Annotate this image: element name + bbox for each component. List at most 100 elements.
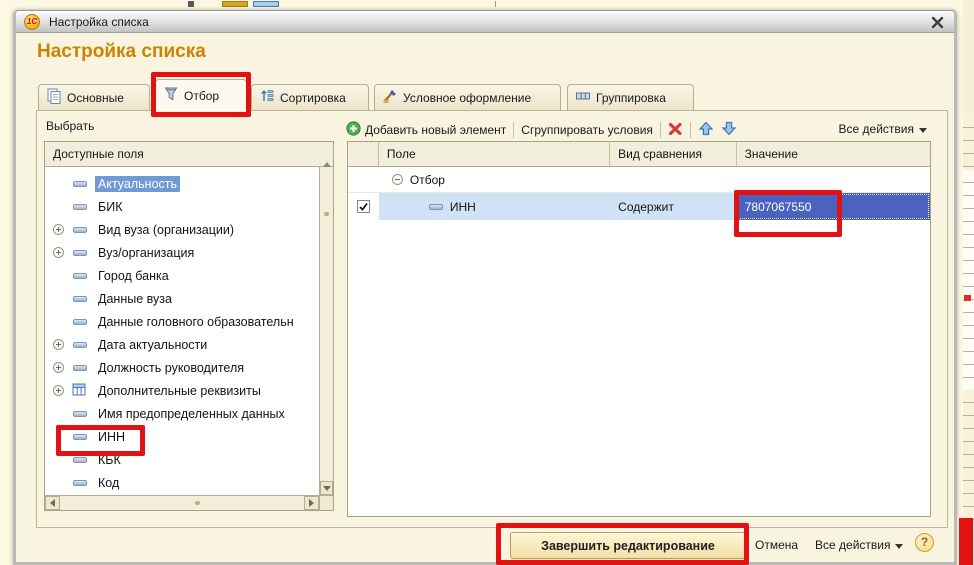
tree-item-label[interactable]: Вуз/организация <box>95 245 197 261</box>
all-actions-label: Все действия <box>839 122 914 136</box>
background-table-rows <box>963 170 974 390</box>
footer-all-actions-button[interactable]: Все действия <box>815 538 903 552</box>
tree-item-label[interactable]: Дополнительные реквизиты <box>95 383 264 399</box>
arrow-up-icon <box>698 121 714 139</box>
collapse-icon[interactable] <box>392 174 403 185</box>
scroll-left-button[interactable] <box>45 496 60 510</box>
horizontal-scrollbar[interactable] <box>45 495 319 510</box>
condition-value[interactable]: 7807067550 <box>745 200 812 214</box>
tree-item[interactable]: БИК <box>45 195 319 218</box>
scroll-right-button[interactable] <box>304 496 319 510</box>
field-icon <box>73 480 87 486</box>
tree-item-label[interactable]: Дата актуальности <box>95 337 210 353</box>
tree-item-label[interactable]: БИК <box>95 199 125 215</box>
tab-index-2[interactable]: Сортировка <box>251 84 369 110</box>
table-row-group[interactable]: Отбор <box>348 167 930 193</box>
group-conditions-button[interactable]: Сгруппировать условия <box>521 123 653 137</box>
tree-item-label[interactable]: Вид вуза (организации) <box>95 222 237 238</box>
expand-icon[interactable] <box>53 385 64 396</box>
tree-item[interactable]: Данные головного образовательн <box>45 310 319 333</box>
sort-icon <box>259 88 275 107</box>
background-icon-fragment <box>188 1 194 7</box>
field-icon <box>429 204 443 210</box>
tree-item-label[interactable]: КБК <box>95 452 124 468</box>
column-header-field[interactable]: Поле <box>379 142 610 166</box>
field-icon <box>73 250 87 256</box>
tab-filter[interactable]: Отбор <box>155 79 247 111</box>
list-settings-dialog: 1С Настройка списка Настройка списка Осн… <box>13 10 957 565</box>
expand-icon[interactable] <box>53 362 64 373</box>
expand-icon[interactable] <box>53 247 64 258</box>
background-icon-fragment <box>495 1 496 7</box>
condition-comparison[interactable]: Содержит <box>618 200 674 214</box>
tree-item[interactable]: Данные вуза <box>45 287 319 310</box>
tree-item[interactable]: Дата актуальности <box>45 333 319 356</box>
tab-index-3[interactable]: Условное оформление <box>374 84 561 110</box>
page-title: Настройка списка <box>37 41 206 63</box>
scroll-thumb[interactable] <box>195 501 200 505</box>
all-actions-label: Все действия <box>815 538 890 552</box>
scroll-down-button[interactable] <box>320 481 333 495</box>
tree-item[interactable]: Имя предопределенных данных <box>45 402 319 425</box>
move-down-button[interactable] <box>721 121 737 139</box>
column-header-comparison[interactable]: Вид сравнения <box>610 142 737 166</box>
tree-item-label[interactable]: Данные головного образовательн <box>95 314 297 330</box>
tree-item-label[interactable]: Должность руководителя <box>95 360 247 376</box>
tree-item[interactable]: Город банка <box>45 264 319 287</box>
1c-logo-icon: 1С <box>24 14 40 30</box>
table-field-icon <box>72 383 86 399</box>
available-fields-list: Актуальность БИК Вид вуза (организации) Вуз… <box>45 167 319 495</box>
expand-icon[interactable] <box>53 339 64 350</box>
delete-button[interactable] <box>668 122 683 139</box>
filter-icon <box>163 86 179 105</box>
column-header-value[interactable]: Значение <box>737 142 930 166</box>
tree-item-label[interactable]: Актуальность <box>95 176 180 192</box>
toolbar-separator <box>660 122 661 138</box>
vertical-scrollbar[interactable] <box>319 167 333 495</box>
appearance-icon <box>382 88 398 107</box>
tree-item[interactable]: Дополнительные реквизиты <box>45 379 319 402</box>
scroll-thumb[interactable] <box>324 212 329 216</box>
tree-item[interactable]: Должность руководителя <box>45 356 319 379</box>
field-icon <box>73 434 87 440</box>
field-icon <box>73 296 87 302</box>
grouping-icon <box>575 88 591 107</box>
tree-item-label[interactable]: Код <box>95 475 122 491</box>
scroll-up-icon[interactable] <box>323 148 331 162</box>
expand-icon[interactable] <box>53 224 64 235</box>
cancel-button[interactable]: Отмена <box>755 538 798 552</box>
tree-item-label[interactable]: Данные вуза <box>95 291 175 307</box>
field-icon <box>73 411 87 417</box>
tree-item-label[interactable]: Имя предопределенных данных <box>95 406 288 422</box>
tab-index-4[interactable]: Группировка <box>567 84 694 110</box>
add-new-element-button[interactable]: Добавить новый элемент <box>346 121 506 139</box>
finish-editing-button[interactable]: Завершить редактирование <box>510 532 746 559</box>
tree-item[interactable]: Код <box>45 471 319 494</box>
field-icon <box>73 319 87 325</box>
arrow-down-icon <box>721 121 737 139</box>
tab-label: Группировка <box>596 91 666 105</box>
window-title: Настройка списка <box>49 15 149 29</box>
tree-item[interactable]: Вид вуза (организации) <box>45 218 319 241</box>
tree-item[interactable]: ИНН <box>45 425 319 448</box>
group-row-label: Отбор <box>410 173 445 187</box>
title-bar[interactable]: 1С Настройка списка <box>16 11 954 33</box>
tree-item-label[interactable]: Город банка <box>95 268 172 284</box>
table-row-condition[interactable]: ИНН Содержит 7807067550 <box>348 193 930 220</box>
field-icon <box>73 342 87 348</box>
tree-item[interactable]: КБК <box>45 448 319 471</box>
toolbar-all-actions-button[interactable]: Все действия <box>839 122 927 136</box>
close-icon[interactable] <box>930 15 945 30</box>
tree-item[interactable]: Актуальность <box>45 172 319 195</box>
background-table-rows <box>963 115 974 170</box>
document-icon <box>46 88 62 107</box>
condition-checkbox[interactable] <box>357 200 370 213</box>
column-header-use[interactable] <box>348 142 379 166</box>
filter-conditions-table: Поле Вид сравнения Значение Отбор <box>347 141 931 517</box>
help-button[interactable]: ? <box>915 533 934 552</box>
tab-index-0[interactable]: Основные <box>38 84 150 110</box>
scrollbar-corner <box>319 495 333 510</box>
tree-item[interactable]: Вуз/организация <box>45 241 319 264</box>
tree-item-label[interactable]: ИНН <box>95 429 128 445</box>
move-up-button[interactable] <box>698 121 714 139</box>
